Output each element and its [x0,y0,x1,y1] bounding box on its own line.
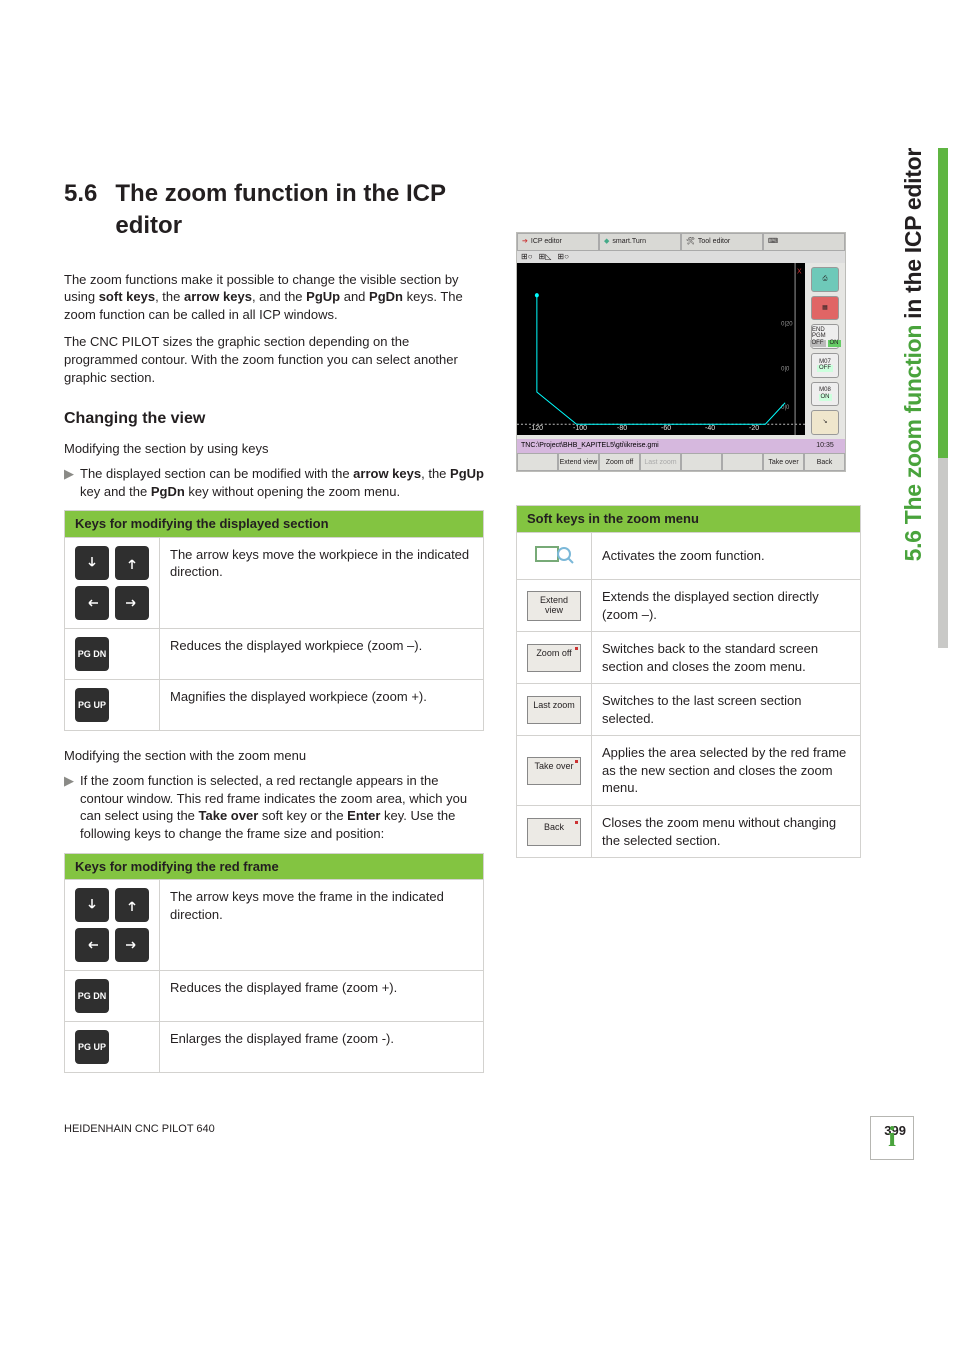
pgdn-key: PG DN [75,979,109,1013]
softkey-take-over: Take over [527,757,581,785]
page-footer: HEIDENHAIN CNC PILOT 640 399 [64,1122,906,1140]
side-progress-bar [938,148,948,648]
arrow-right-key [115,586,149,620]
softkey-back: Back [527,818,581,846]
softkey-extend-view: Extend view [527,591,581,621]
svg-text:X: X [797,266,802,275]
arrow-left-key [75,586,109,620]
pgdn-key: PG DN [75,637,109,671]
table-keys-frame: Keys for modifying the red frame The arr… [64,853,484,1074]
mod-keys-heading: Modifying the section by using keys [64,440,484,458]
table-keys-section: Keys for modifying the displayed section… [64,510,484,731]
svg-text:0|20: 0|20 [781,320,793,327]
softkey-zoom-off: Zoom off [527,644,581,672]
side-tab-title: 5.6 The zoom function in the ICP editor [898,148,929,561]
bullet-mod-keys: ▶ The displayed section can be modified … [64,465,484,500]
triangle-icon: ▶ [64,465,74,500]
svg-text:0|0: 0|0 [781,365,790,372]
icp-editor-screenshot: ➔ICP editor ◆smart.Turn 🛠Tool editor ⌨ ⊞… [516,232,846,472]
arrow-up-key [115,546,149,580]
arrow-down-key [75,546,109,580]
intro-paragraph-2: The CNC PILOT sizes the graphic section … [64,333,484,386]
softkey-last-zoom: Last zoom [527,696,581,724]
arrow-right-key [115,928,149,962]
arrow-left-key [75,928,109,962]
info-icon: i [870,1116,914,1160]
mod-menu-heading: Modifying the section with the zoom menu [64,747,484,765]
arrow-up-key [115,888,149,922]
arrow-down-key [75,888,109,922]
pgup-key: PG UP [75,688,109,722]
intro-paragraph-1: The zoom functions make it possible to c… [64,271,484,324]
bullet-mod-menu: ▶ If the zoom function is selected, a re… [64,772,484,842]
zoom-activate-icon [534,541,574,567]
triangle-icon: ▶ [64,772,74,842]
pgup-key: PG UP [75,1030,109,1064]
table-softkeys: Soft keys in the zoom menu Activates the… [516,505,861,858]
